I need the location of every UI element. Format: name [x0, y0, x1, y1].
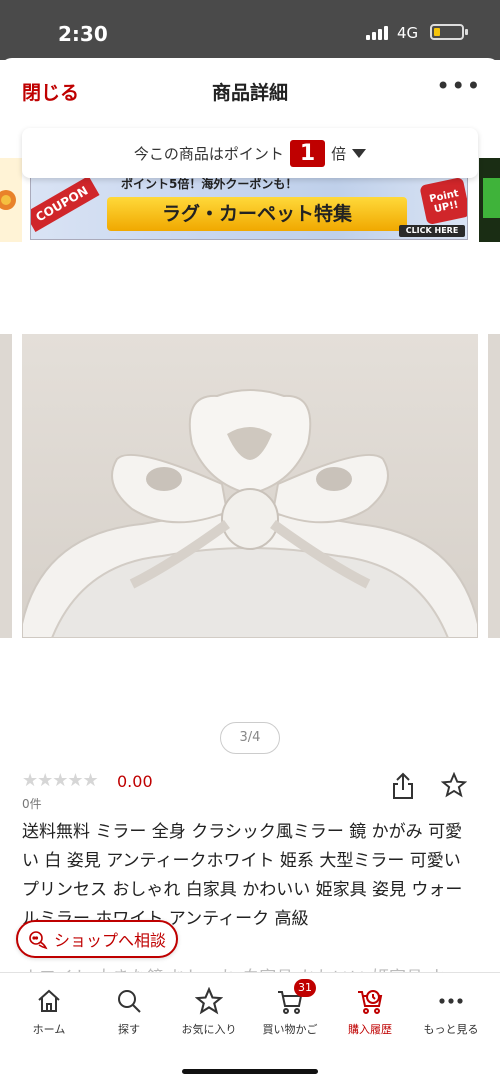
rating-stars[interactable]: ★★★★★ [22, 770, 99, 791]
next-banner-thumbnail[interactable] [479, 158, 500, 242]
battery-icon [430, 24, 468, 40]
more-options-button[interactable]: ••• [436, 72, 481, 100]
tab-purchase-history-label: 購入履歴 [348, 1023, 392, 1036]
home-icon [38, 989, 60, 1012]
tab-purchase-history[interactable]: 購入履歴 [330, 973, 410, 1053]
status-bar: 2:30 4G [0, 0, 500, 60]
click-here-label: CLICK HERE [399, 225, 465, 237]
network-label: 4G [397, 24, 419, 42]
status-time: 2:30 [58, 22, 108, 46]
chat-icon [29, 931, 48, 950]
coupon-banner[interactable]: ポイント5倍！海外クーポンも！ COUPON ラグ・カーペット特集 Point … [30, 174, 468, 240]
tab-more[interactable]: もっと見る [411, 973, 491, 1053]
purchase-history-icon [358, 990, 383, 1014]
shop-consult-label: ショップへ相談 [54, 931, 167, 950]
tab-home-label: ホーム [32, 1023, 66, 1036]
product-image[interactable] [22, 334, 478, 638]
next-product-image[interactable] [488, 334, 500, 638]
points-prefix: 今この商品はポイント [133, 144, 284, 163]
more-icon [439, 998, 463, 1004]
point-up-badge: Point UP!! [419, 176, 467, 226]
review-count[interactable]: 0件 [22, 795, 42, 812]
product-sheet: 閉じる 商品詳細 ••• 今この商品はポイント 1 倍 ポイント5倍！海外クーポ… [0, 58, 500, 1080]
product-title: 送料無料 ミラー 全身 クラシック風ミラー 鏡 かがみ 可愛い 白 姿見 アンテ… [22, 822, 463, 929]
tab-cart-label: 買い物かご [262, 1023, 318, 1036]
tab-more-label: もっと見る [423, 1023, 479, 1036]
chevron-down-icon [352, 148, 367, 158]
shop-consult-button[interactable]: ショップへ相談 [16, 920, 178, 958]
points-multiplier: 1 [289, 139, 326, 167]
tab-search[interactable]: 探す [89, 973, 169, 1053]
cart-count-badge: 31 [294, 979, 316, 997]
rating-value: 0.00 [117, 772, 153, 791]
share-icon[interactable] [392, 772, 414, 800]
tab-favorites-label: お気に入り [181, 1023, 237, 1036]
signal-icon [366, 24, 390, 40]
coupon-headline: ラグ・カーペット特集 [107, 197, 407, 231]
tab-search-label: 探す [118, 1023, 140, 1036]
points-suffix: 倍 [331, 144, 347, 163]
bottom-tab-bar: ホーム 探す お気に入り 31 買い物かご 購入履歴 もっと見る [0, 972, 500, 1080]
page-title: 商品詳細 [211, 82, 288, 104]
search-icon [118, 990, 141, 1013]
favorite-star-icon[interactable] [440, 771, 468, 798]
star-icon [195, 987, 223, 1015]
tab-home[interactable]: ホーム [9, 973, 89, 1053]
tab-favorites[interactable]: お気に入り [169, 973, 249, 1053]
prev-product-image[interactable] [0, 334, 12, 638]
home-indicator [182, 1069, 318, 1074]
points-banner[interactable]: 今この商品はポイント 1 倍 [22, 128, 478, 178]
gallery-pager: 3/4 [220, 722, 280, 754]
tab-cart[interactable]: 31 買い物かご [250, 973, 330, 1053]
prev-banner-thumbnail[interactable] [0, 158, 22, 242]
coupon-tag: COUPON [31, 176, 100, 232]
